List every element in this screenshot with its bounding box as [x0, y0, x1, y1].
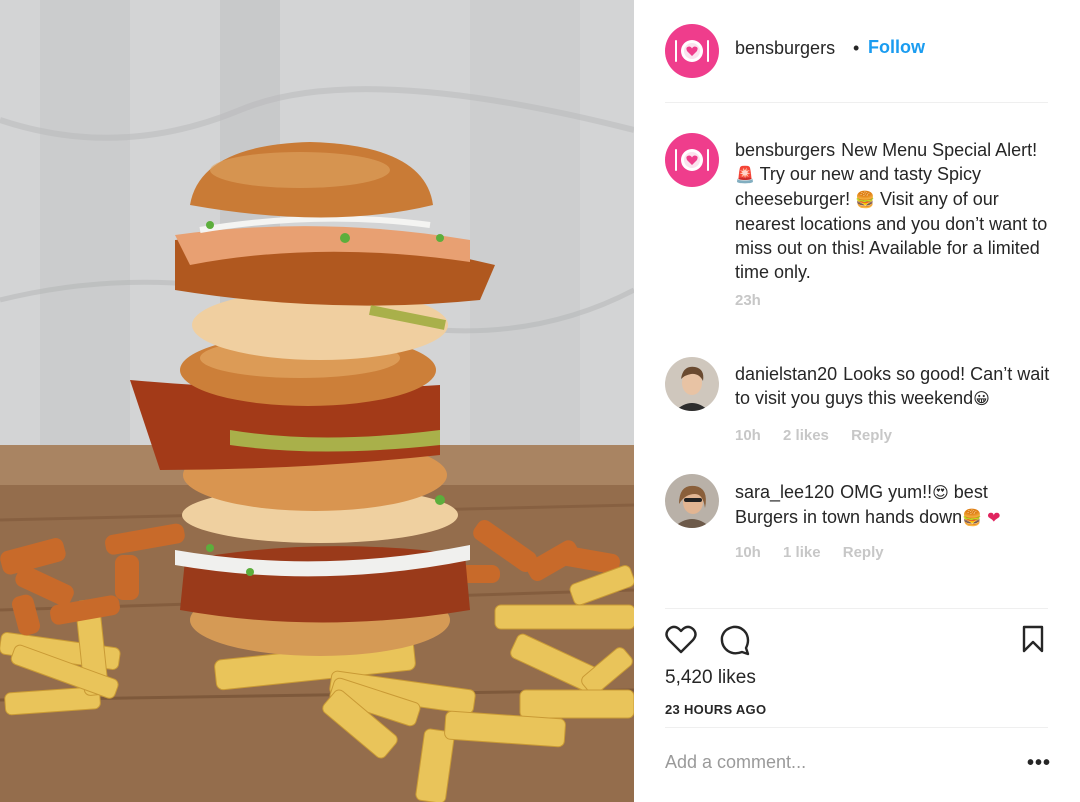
comment-username[interactable]: danielstan20	[735, 364, 837, 384]
red-heart-emoji: ❤	[987, 508, 1001, 527]
actions-divider	[665, 608, 1048, 609]
heart-eyes-emoji: 😍	[932, 483, 949, 502]
plate-heart-icon	[675, 149, 709, 171]
bookmark-icon	[1022, 625, 1044, 653]
header-username[interactable]: bensburgers	[735, 38, 835, 59]
comment-time: 10h	[735, 427, 761, 444]
caption-time: 23h	[735, 292, 761, 309]
siren-emoji: 🚨	[735, 165, 755, 184]
heart-icon	[665, 625, 697, 654]
plate-heart-icon	[675, 40, 709, 62]
comment-likes[interactable]: 1 like	[783, 544, 821, 561]
like-button[interactable]	[665, 624, 697, 659]
caption-text-1: New Menu Special Alert!	[841, 140, 1038, 160]
post-timestamp: 23 HOURS AGO	[665, 702, 767, 717]
caption-meta: 23h	[735, 292, 779, 309]
reply-button[interactable]: Reply	[843, 544, 884, 561]
comment-likes[interactable]: 2 likes	[783, 427, 829, 444]
follow-button[interactable]: Follow	[868, 37, 925, 58]
comment-1-meta: 10h 2 likes Reply	[735, 427, 910, 444]
reply-button[interactable]: Reply	[851, 427, 892, 444]
likes-count[interactable]: 5,420 likes	[665, 667, 756, 689]
burger-emoji: 🍔	[855, 190, 875, 209]
comment-time: 10h	[735, 544, 761, 561]
comment-box-divider	[665, 727, 1048, 728]
brand-avatar[interactable]	[665, 24, 719, 78]
comment-2-meta: 10h 1 like Reply	[735, 544, 902, 561]
commenter-avatar-daniel[interactable]	[665, 357, 719, 411]
caption-username[interactable]: bensburgers	[735, 140, 835, 160]
more-options-button[interactable]: •••	[1027, 752, 1051, 775]
post-image[interactable]	[0, 0, 634, 802]
comment-text-1: OMG yum!!	[840, 482, 933, 502]
comment-2: sara_lee120 OMG yum!!😍 best Burgers in to…	[735, 480, 1035, 530]
header-divider	[665, 102, 1048, 103]
grinning-emoji: 😀	[973, 389, 990, 408]
burger-illustration	[0, 0, 634, 802]
header-separator: •	[853, 38, 860, 58]
person-avatar-icon	[665, 474, 719, 528]
caption-avatar[interactable]	[665, 133, 719, 187]
comment-username[interactable]: sara_lee120	[735, 482, 834, 502]
burger-emoji: 🍔	[962, 508, 983, 527]
save-button[interactable]	[1021, 625, 1045, 658]
comment-button[interactable]	[719, 624, 751, 661]
post-sidebar: bensburgers • Follow bensburgers New Menu…	[634, 0, 1080, 802]
commenter-avatar-sara[interactable]	[665, 474, 719, 528]
comment-1: danielstan20 Looks so good! Can’t wait to…	[735, 362, 1065, 411]
person-avatar-icon	[665, 357, 719, 411]
comment-icon	[720, 625, 750, 656]
add-comment-input[interactable]	[665, 752, 1005, 773]
post-caption: bensburgers New Menu Special Alert! 🚨 Try…	[735, 138, 1055, 284]
